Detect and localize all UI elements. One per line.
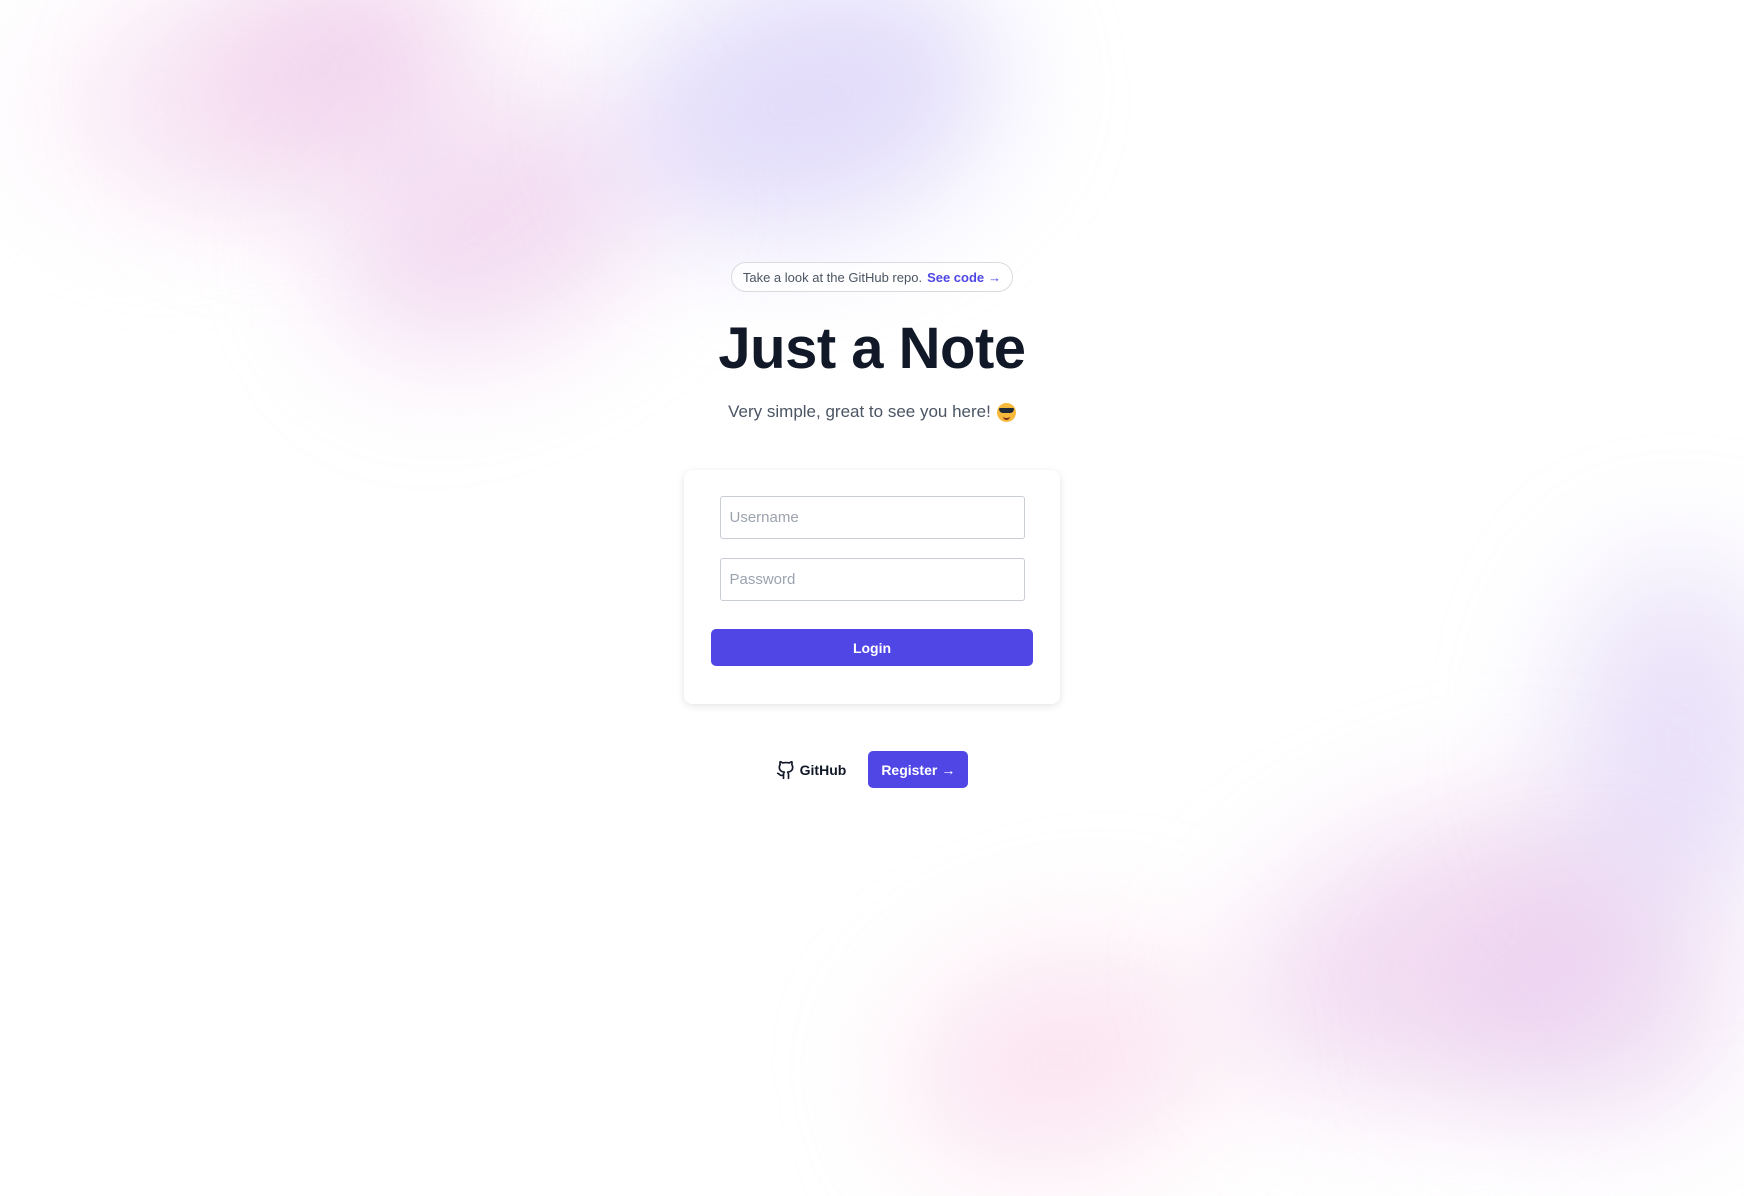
page-title: Just a Note [718, 316, 1026, 381]
github-icon [776, 760, 794, 779]
github-repo-banner: Take a look at the GitHub repo. See code… [730, 262, 1014, 292]
smiling-face-with-sunglasses-icon [996, 402, 1016, 422]
sunglasses-shape [998, 407, 1014, 413]
background-blob [876, 912, 1244, 1196]
login-button[interactable]: Login [711, 629, 1033, 666]
background-blob [1198, 752, 1702, 1148]
main-content: Take a look at the GitHub repo. See code… [0, 0, 1744, 788]
github-link[interactable]: GitHub [776, 759, 847, 781]
page-subtitle: Very simple, great to see you here! [728, 402, 1016, 422]
login-card: Login [684, 470, 1060, 704]
see-code-link[interactable]: See code [927, 270, 984, 285]
footer-actions: GitHub Register → [776, 751, 969, 788]
subtitle-text: Very simple, great to see you here! [728, 402, 991, 421]
arrow-right-icon: → [988, 269, 1002, 285]
github-link-label: GitHub [799, 761, 847, 778]
username-input[interactable] [719, 496, 1025, 539]
login-page: Take a look at the GitHub repo. See code… [0, 0, 1744, 1196]
arrow-right-icon: → [941, 761, 956, 778]
register-label: Register [881, 761, 938, 778]
background-blob [1440, 900, 1740, 1120]
smile-shape [1002, 415, 1010, 420]
password-input[interactable] [719, 558, 1025, 601]
banner-text: Take a look at the GitHub repo. [742, 269, 923, 285]
register-button[interactable]: Register → [868, 751, 969, 788]
